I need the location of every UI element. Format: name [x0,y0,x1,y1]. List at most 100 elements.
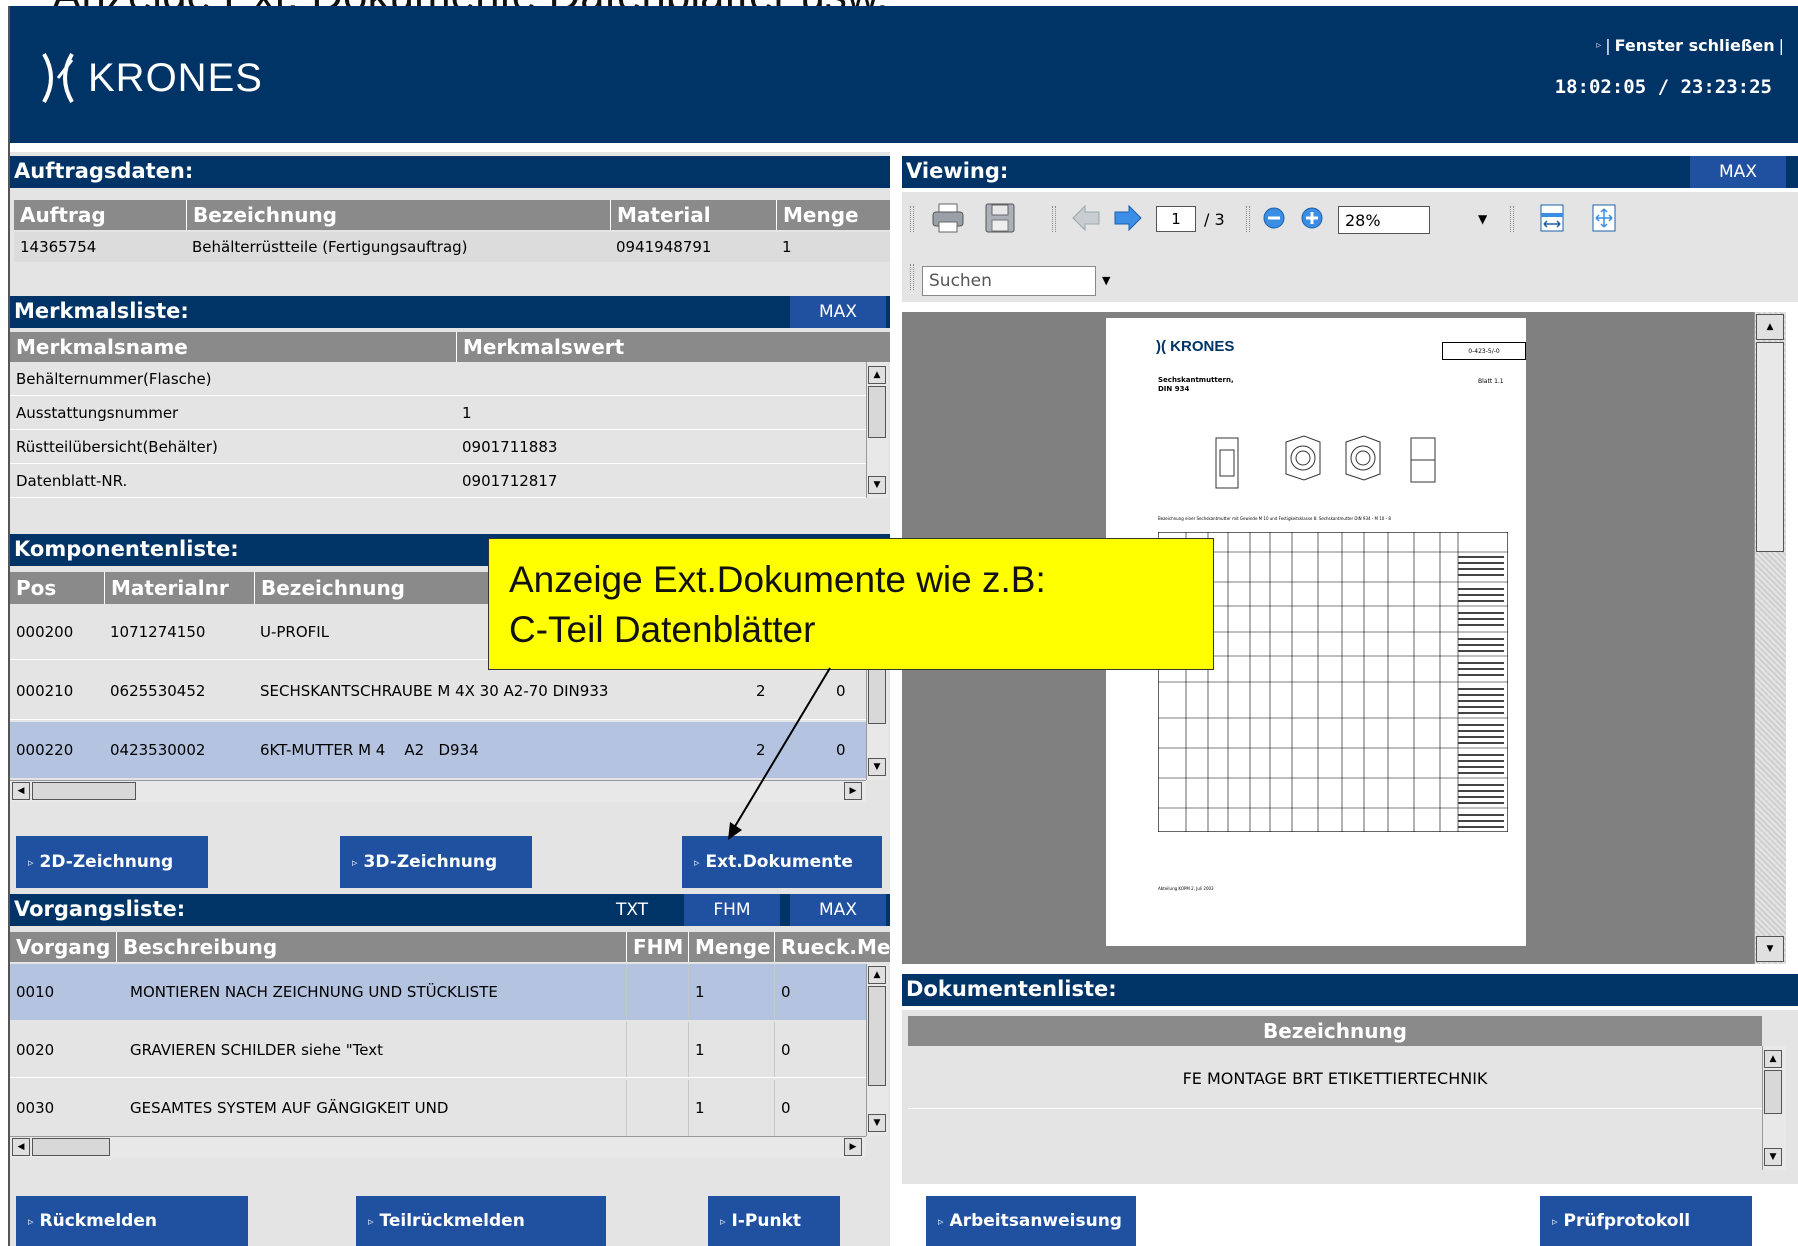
arrow-left-icon[interactable] [1066,200,1106,236]
auftragsdaten-row[interactable]: 14365754 Behälterrüstteile (Fertigungsau… [14,232,890,262]
close-window-link[interactable]: Fenster schließen [1615,36,1775,55]
pruefprotokoll-button[interactable]: ▹ Prüfprotokoll [1540,1196,1752,1246]
toolbar-grip [1510,206,1514,232]
3d-zeichnung-button[interactable]: ▹ 3D-Zeichnung [340,836,532,888]
dokument-row-divider [908,1108,1762,1109]
close-sep-right: | [1778,36,1784,55]
vorgang-tab-fhm[interactable]: FHM [684,894,780,926]
scroll-up-icon[interactable]: ▲ [868,966,886,984]
doc-heading-1: Sechskantmuttern, [1158,376,1234,384]
komp-materialnr: 0423530002 [110,741,206,759]
scroll-right-icon[interactable]: ▶ [844,782,862,800]
vorgangsliste-hscroll[interactable]: ◀ ▶ [10,1136,866,1158]
scroll-down-icon[interactable]: ▼ [1756,936,1784,962]
vorgang-row[interactable]: 0020 GRAVIEREN SCHILDER siehe "Text 1 0 [10,1022,866,1078]
scroll-down-icon[interactable]: ▼ [868,1114,886,1132]
col-merkmalsname: Merkmalsname [16,335,188,359]
dokument-name: FE MONTAGE BRT ETIKETTIERTECHNIK [1182,1068,1488,1088]
fit-page-icon[interactable] [1584,200,1624,236]
scroll-thumb[interactable] [1756,342,1784,552]
scroll-thumb[interactable] [32,1138,110,1156]
button-label: 2D-Zeichnung [39,852,174,872]
scroll-thumb[interactable] [868,664,886,724]
fit-width-icon[interactable] [1532,200,1572,236]
komp-bezeichnung: 6KT-MUTTER M 4 A2 D934 [260,741,479,759]
auftragsdaten-table-header: Auftrag Bezeichnung Material Menge [14,200,890,230]
scroll-up-icon[interactable]: ▲ [868,366,886,384]
scroll-up-icon[interactable]: ▲ [1764,1050,1782,1068]
merkmal-name: Ausstattungsnummer [16,403,179,422]
merkmalsliste-vscroll[interactable]: ▲ ▼ [866,362,888,498]
merkmal-row[interactable]: Behälternummer(Flasche) [10,362,866,396]
search-dropdown-icon[interactable]: ▼ [1102,274,1110,287]
vorgang-row[interactable]: 0030 GESAMTES SYSTEM AUF GÄNGIGKEIT UND … [10,1080,866,1136]
scroll-down-icon[interactable]: ▼ [868,476,886,494]
2d-zeichnung-button[interactable]: ▹ 2D-Zeichnung [16,836,208,888]
krones-logo-mark [42,52,74,104]
save-icon[interactable] [980,200,1020,236]
page-current-input[interactable]: 1 [1156,206,1196,232]
komp-pos: 000220 [16,741,74,759]
komp-materialnr: 1071274150 [110,622,206,641]
doc-heading-2: DIN 934 [1158,385,1190,393]
komp-bezeichnung: SECHSKANTSCHRAUBE M 4X 30 A2-70 DIN933 [260,681,609,700]
dokument-row[interactable]: FE MONTAGE BRT ETIKETTIERTECHNIK [908,1050,1762,1106]
search-input[interactable]: Suchen [922,266,1096,296]
scroll-up-icon[interactable]: ▲ [1756,314,1784,340]
scroll-thumb[interactable] [32,782,136,800]
vg-vorgang: 0030 [16,1099,55,1117]
merkmalsliste-max-button[interactable]: MAX [790,296,886,328]
vorgang-row-selected[interactable]: 0010 MONTIEREN NACH ZEICHNUNG UND STÜCKL… [10,964,866,1020]
dokumentenliste-vscroll[interactable]: ▲ ▼ [1762,1046,1786,1170]
button-label: Ext.Dokumente [705,852,853,872]
zoom-in-icon[interactable] [1294,200,1330,236]
arbeitsanweisung-button[interactable]: ▹ Arbeitsanweisung [926,1196,1136,1246]
vg-beschreibung: GESAMTES SYSTEM AUF GÄNGIGKEIT UND [130,1099,449,1117]
close-window-area: ▹ | Fenster schließen | [1596,36,1784,55]
vorgang-tab-txt[interactable]: TXT [588,894,676,926]
scroll-thumb[interactable] [868,386,886,438]
merkmal-name: Behälternummer(Flasche) [16,369,212,388]
vorgang-tab-max[interactable]: MAX [790,894,886,926]
i-punkt-button[interactable]: ▹ I-Punkt [708,1196,840,1246]
col-material: Material [610,200,770,230]
doc-number: 0-423-5/-0 [1468,347,1500,355]
zoom-out-icon[interactable] [1256,200,1292,236]
merkmal-row[interactable]: Rüstteilübersicht(Behälter) 0901711883 [10,430,866,464]
scroll-thumb[interactable] [1764,1070,1782,1114]
button-tri-icon: ▹ [938,1214,944,1228]
zoom-dropdown-icon[interactable]: ▼ [1478,212,1487,226]
print-icon[interactable] [928,200,968,236]
doc-logo-text: KRONES [1170,338,1235,355]
zoom-select[interactable]: 28% [1338,206,1430,234]
scroll-left-icon[interactable]: ◀ [12,782,30,800]
vorgangsliste-vscroll[interactable]: ▲ ▼ [866,964,888,1136]
viewing-max-label: MAX [1719,162,1757,182]
button-label: Arbeitsanweisung [949,1211,1122,1231]
vg-vorgang: 0010 [16,983,55,1001]
button-tri-icon: ▹ [368,1214,374,1228]
merkmal-row[interactable]: Ausstattungsnummer 1 [10,396,866,430]
viewer-vscroll[interactable]: ▲ ▼ [1754,312,1786,964]
vg-beschreibung: GRAVIEREN SCHILDER siehe "Text [130,1040,384,1059]
toolbar-grip [1052,206,1056,232]
button-label: 3D-Zeichnung [363,852,498,872]
arrow-right-icon[interactable] [1108,200,1148,236]
scroll-thumb[interactable] [868,986,886,1086]
merkmal-row[interactable]: Datenblatt-NR. 0901712817 [10,464,866,498]
rueckmelden-button[interactable]: ▹ Rückmelden [16,1196,248,1246]
vg-rueck: 0 [774,1080,866,1136]
vg-beschreibung: MONTIEREN NACH ZEICHNUNG UND STÜCKLISTE [130,983,498,1001]
viewing-max-button[interactable]: MAX [1690,156,1786,188]
scroll-right-icon[interactable]: ▶ [844,1138,862,1156]
merkmalsliste-title: Merkmalsliste: [14,299,189,323]
col-dok-bezeichnung: Bezeichnung [1263,1019,1407,1043]
merkmalsliste-max-label: MAX [819,302,857,322]
col-beschreibung: Beschreibung [116,932,624,962]
close-sep-left: | [1605,36,1611,55]
scroll-down-icon[interactable]: ▼ [868,758,886,776]
scroll-down-icon[interactable]: ▼ [1764,1148,1782,1166]
teilrueckmelden-button[interactable]: ▹ Teilrückmelden [356,1196,606,1246]
scroll-left-icon[interactable]: ◀ [12,1138,30,1156]
button-tri-icon: ▹ [352,855,358,869]
